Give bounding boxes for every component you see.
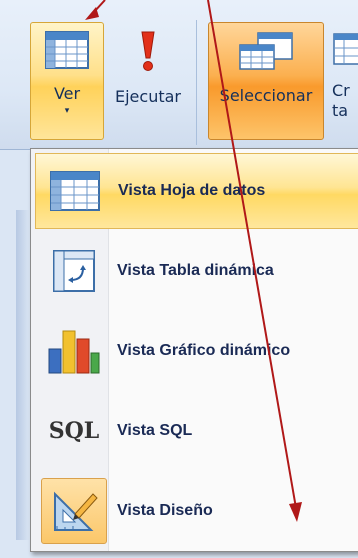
menu-item-label: Vista Diseño xyxy=(117,502,213,519)
menu-item-vista-hoja-de-datos[interactable]: Vista Hoja de datos xyxy=(35,153,358,229)
view-dropdown-menu: Vista Hoja de datos Vista Tabla dinámica xyxy=(30,148,358,552)
ejecutar-label: Ejecutar xyxy=(115,87,181,106)
menu-item-vista-tabla-dinamica[interactable]: Vista Tabla dinámica xyxy=(35,233,358,309)
exclamation-icon xyxy=(138,30,158,77)
design-view-icon xyxy=(41,478,107,544)
pivot-chart-icon xyxy=(41,318,107,384)
ejecutar-button[interactable]: Ejecutar xyxy=(108,22,188,140)
crear-tabla-button[interactable]: Cr ta xyxy=(332,22,358,140)
group-separator xyxy=(196,20,197,145)
sql-icon: SQL xyxy=(48,418,100,444)
ribbon: Ver ▾ Ejecutar Seleccionar Cr ta xyxy=(0,0,358,150)
select-query-icon xyxy=(238,31,294,76)
menu-item-vista-grafico-dinamico[interactable]: Vista Gráfico dinámico xyxy=(35,313,358,389)
chevron-down-icon: ▾ xyxy=(64,105,70,115)
ver-label: Ver xyxy=(53,84,81,103)
crear-label-line1: Cr xyxy=(332,81,350,100)
menu-item-label: Vista Gráfico dinámico xyxy=(117,342,291,359)
menu-item-label: Vista SQL xyxy=(117,422,193,439)
make-table-icon xyxy=(332,30,358,75)
menu-item-label: Vista Hoja de datos xyxy=(118,182,266,199)
datasheet-icon xyxy=(45,31,89,74)
menu-item-label: Vista Tabla dinámica xyxy=(117,262,274,279)
pivot-table-icon xyxy=(41,238,107,304)
crear-label-line2: ta xyxy=(332,101,349,120)
navigation-pane-edge xyxy=(16,210,30,540)
datasheet-icon xyxy=(42,158,108,224)
ver-button[interactable]: Ver ▾ xyxy=(30,22,104,140)
menu-item-vista-sql[interactable]: SQL Vista SQL xyxy=(35,393,358,469)
menu-item-vista-diseno[interactable]: Vista Diseño xyxy=(35,473,358,549)
seleccionar-label: Seleccionar xyxy=(219,86,313,105)
seleccionar-button[interactable]: Seleccionar xyxy=(208,22,324,140)
